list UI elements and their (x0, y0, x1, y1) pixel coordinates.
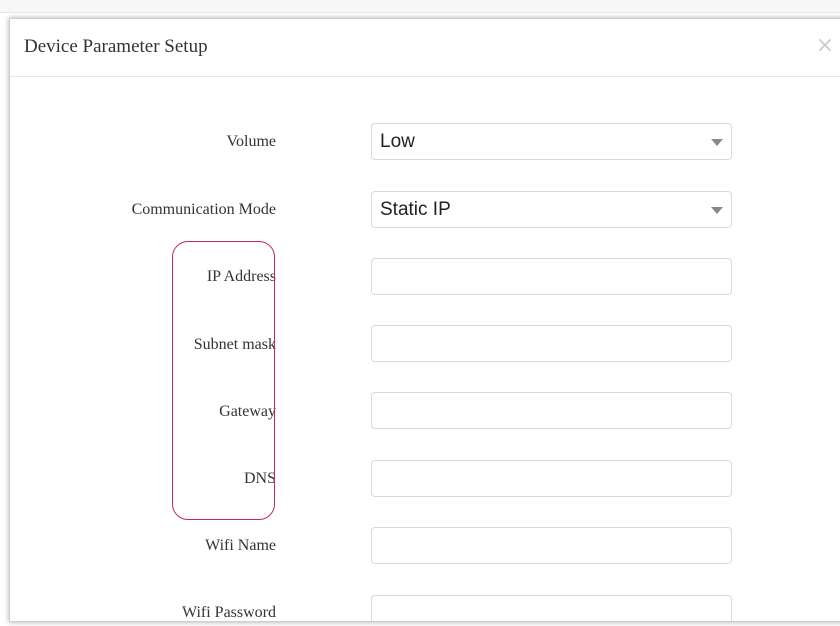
device-parameter-dialog: Device Parameter Setup × Volume Low Comm… (9, 18, 840, 622)
communication-mode-select[interactable]: Static IP (371, 191, 732, 228)
gateway-input[interactable] (371, 392, 732, 429)
subnet-mask-input[interactable] (371, 325, 732, 362)
volume-select[interactable]: Low (371, 123, 732, 160)
volume-select-value: Low (380, 131, 415, 152)
wifi-password-input[interactable] (371, 595, 732, 621)
dialog-title: Device Parameter Setup (24, 36, 208, 57)
dns-input[interactable] (371, 460, 732, 497)
communication-mode-label: Communication Mode (131, 201, 276, 218)
subnet-mask-label: Subnet mask (193, 336, 276, 353)
wifi-name-label: Wifi Name (205, 537, 276, 554)
chevron-down-icon (711, 207, 723, 214)
close-icon[interactable]: × (814, 33, 836, 59)
ip-address-input[interactable] (371, 258, 732, 295)
dns-label: DNS (243, 470, 276, 487)
communication-mode-select-value: Static IP (380, 199, 451, 220)
window-top-strip (0, 0, 840, 13)
ip-address-label: IP Address (206, 268, 276, 285)
dialog-header: Device Parameter Setup × (10, 19, 840, 77)
wifi-name-input[interactable] (371, 527, 732, 564)
wifi-password-label: Wifi Password (181, 604, 276, 621)
volume-label: Volume (226, 133, 276, 150)
chevron-down-icon (711, 139, 723, 146)
gateway-label: Gateway (219, 403, 276, 420)
